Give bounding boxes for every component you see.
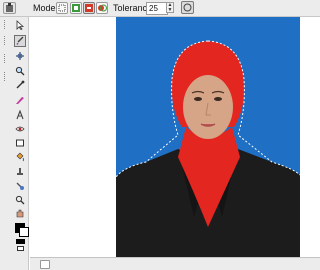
default-colors-icon[interactable] <box>17 246 24 251</box>
new-selection-mode-icon[interactable] <box>56 2 68 14</box>
clone-stamp-icon[interactable] <box>14 166 26 178</box>
pen-tool-icon[interactable] <box>14 94 26 106</box>
brush-icon[interactable] <box>14 35 26 47</box>
tolerance-input[interactable]: 25 <box>146 2 168 15</box>
rectangle-tool-icon[interactable] <box>14 137 26 149</box>
portrait-image <box>116 17 300 257</box>
toolbox <box>0 17 29 270</box>
mode-label: Mode <box>33 3 56 13</box>
toolbox-grip[interactable] <box>4 36 11 45</box>
crosshair-icon[interactable] <box>14 50 26 62</box>
toolbox-grip[interactable] <box>4 72 11 81</box>
spin-down-icon[interactable]: ▼ <box>167 8 173 13</box>
tool-options-bar: Mode Tolerance 25 ▲ ▼ <box>0 0 320 17</box>
scroll-thumb[interactable] <box>40 260 50 269</box>
portrait-photo[interactable] <box>116 17 300 257</box>
eye-icon[interactable] <box>14 123 26 135</box>
intersect-selection-mode-icon[interactable] <box>96 2 108 14</box>
tool-preset-icon[interactable] <box>3 2 16 14</box>
text-tool-icon[interactable] <box>14 109 26 121</box>
paint-bucket-icon[interactable] <box>14 151 26 163</box>
swap-colors-icon[interactable] <box>16 239 25 244</box>
pointer-icon[interactable] <box>14 19 26 31</box>
background-color-swatch[interactable] <box>19 227 29 237</box>
toolbox-grip[interactable] <box>4 54 11 63</box>
subtract-selection-mode-icon[interactable] <box>83 2 95 14</box>
horizontal-scrollbar[interactable] <box>30 257 320 270</box>
antialias-toggle-icon[interactable] <box>181 1 194 14</box>
eyedropper-icon[interactable] <box>14 79 26 91</box>
zoom-icon[interactable] <box>14 194 26 206</box>
add-selection-mode-icon[interactable] <box>70 2 82 14</box>
toolbox-grip[interactable] <box>4 20 11 29</box>
drawing-hand-icon[interactable] <box>14 207 26 219</box>
smudge-icon[interactable] <box>14 180 26 192</box>
tolerance-spinner[interactable]: ▲ ▼ <box>166 2 174 13</box>
magnifier-icon[interactable] <box>14 65 26 77</box>
